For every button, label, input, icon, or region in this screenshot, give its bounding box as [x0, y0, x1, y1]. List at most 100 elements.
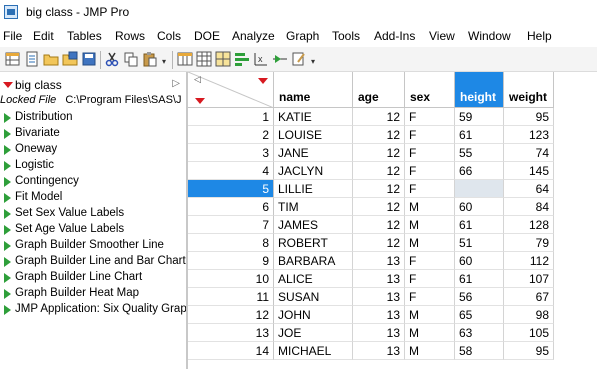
cell-weight[interactable]: 84	[504, 198, 554, 216]
cell-weight[interactable]: 67	[504, 288, 554, 306]
row-number[interactable]: 6	[188, 198, 274, 216]
cell-name[interactable]: JACLYN	[274, 162, 353, 180]
menu-file[interactable]: File	[3, 29, 22, 43]
row-number[interactable]: 9	[188, 252, 274, 270]
table-row[interactable]: 7 JAMES 12 M 61 128	[188, 216, 597, 234]
column-header-sex[interactable]: sex	[405, 72, 455, 108]
cell-name[interactable]: SUSAN	[274, 288, 353, 306]
cell-sex[interactable]: M	[405, 216, 455, 234]
row-red-triangle-icon[interactable]	[195, 98, 205, 104]
tabulate-icon[interactable]	[215, 51, 231, 67]
cell-sex[interactable]: F	[405, 144, 455, 162]
open-icon[interactable]	[43, 51, 59, 67]
save-icon[interactable]	[62, 51, 78, 67]
menu-add-ins[interactable]: Add-Ins	[374, 29, 415, 43]
run-script-icon[interactable]	[4, 241, 11, 251]
run-script-icon[interactable]	[4, 305, 11, 315]
run-script-icon[interactable]	[4, 225, 11, 235]
cell-weight[interactable]: 107	[504, 270, 554, 288]
cell-age[interactable]: 13	[353, 306, 405, 324]
cell-height[interactable]: 61	[455, 216, 504, 234]
table-row[interactable]: 8 ROBERT 12 M 51 79	[188, 234, 597, 252]
table-row[interactable]: 10 ALICE 13 F 61 107	[188, 270, 597, 288]
cut-icon[interactable]	[104, 51, 120, 67]
run-script-icon[interactable]	[4, 257, 11, 267]
cell-height[interactable]: 65	[455, 306, 504, 324]
row-number[interactable]: 2	[188, 126, 274, 144]
table-row[interactable]: 11 SUSAN 13 F 56 67	[188, 288, 597, 306]
cell-age[interactable]: 13	[353, 342, 405, 360]
run-script-icon[interactable]	[4, 129, 11, 139]
row-number[interactable]: 4	[188, 162, 274, 180]
menu-doe[interactable]: DOE	[194, 29, 220, 43]
cell-age[interactable]: 12	[353, 108, 405, 126]
row-number[interactable]: 12	[188, 306, 274, 324]
cell-name[interactable]: KATIE	[274, 108, 353, 126]
table-row[interactable]: 6 TIM 12 M 60 84	[188, 198, 597, 216]
row-number[interactable]: 14	[188, 342, 274, 360]
cell-sex[interactable]: F	[405, 108, 455, 126]
paste-icon[interactable]	[142, 51, 158, 67]
column-header-weight[interactable]: weight	[504, 72, 554, 108]
script-editor-icon[interactable]	[291, 51, 307, 67]
red-triangle-menu-icon[interactable]	[3, 82, 13, 88]
menu-tables[interactable]: Tables	[67, 29, 102, 43]
cell-name[interactable]: LOUISE	[274, 126, 353, 144]
cell-height[interactable]: 66	[455, 162, 504, 180]
table-row[interactable]: 5 LILLIE 12 F 64	[188, 180, 597, 198]
cell-weight[interactable]: 79	[504, 234, 554, 252]
table-script-item[interactable]: Contingency	[0, 174, 184, 190]
table-script-item[interactable]: Distribution	[0, 110, 184, 126]
run-script-icon[interactable]	[4, 273, 11, 283]
copy-icon[interactable]	[123, 51, 139, 67]
table-script-item[interactable]: Bivariate	[0, 126, 184, 142]
cell-weight[interactable]: 98	[504, 306, 554, 324]
row-number[interactable]: 10	[188, 270, 274, 288]
menu-cols[interactable]: Cols	[157, 29, 181, 43]
cell-age[interactable]: 12	[353, 162, 405, 180]
cell-name[interactable]: JOE	[274, 324, 353, 342]
table-script-item[interactable]: Graph Builder Line and Bar Chart	[0, 254, 186, 270]
cell-sex[interactable]: F	[405, 180, 455, 198]
cell-name[interactable]: JAMES	[274, 216, 353, 234]
cell-height[interactable]: 60	[455, 252, 504, 270]
cell-sex[interactable]: M	[405, 306, 455, 324]
table-header[interactable]: big class ▷	[0, 76, 184, 92]
menu-window[interactable]: Window	[468, 29, 511, 43]
column-red-triangle-icon[interactable]	[258, 78, 268, 84]
cell-height[interactable]: 63	[455, 324, 504, 342]
cell-height[interactable]: 51	[455, 234, 504, 252]
regression-icon[interactable]	[272, 51, 288, 67]
cell-weight[interactable]: 95	[504, 108, 554, 126]
cell-age[interactable]: 13	[353, 324, 405, 342]
table-row[interactable]: 9 BARBARA 13 F 60 112	[188, 252, 597, 270]
menu-edit[interactable]: Edit	[33, 29, 54, 43]
collapse-arrow-icon[interactable]: ◁	[194, 74, 201, 85]
cell-height[interactable]: 58	[455, 342, 504, 360]
row-number[interactable]: 7	[188, 216, 274, 234]
cell-sex[interactable]: F	[405, 126, 455, 144]
menu-analyze[interactable]: Analyze	[232, 29, 275, 43]
cell-age[interactable]: 12	[353, 144, 405, 162]
data-grid-icon[interactable]	[196, 51, 212, 67]
cell-sex[interactable]: M	[405, 342, 455, 360]
cell-name[interactable]: JANE	[274, 144, 353, 162]
row-number[interactable]: 1	[188, 108, 274, 126]
row-number[interactable]: 8	[188, 234, 274, 252]
row-number[interactable]: 3	[188, 144, 274, 162]
toolbar-overflow-icon[interactable]: ▾	[162, 57, 166, 66]
cell-sex[interactable]: F	[405, 252, 455, 270]
save-disk-icon[interactable]	[81, 51, 97, 67]
cell-sex[interactable]: F	[405, 270, 455, 288]
collapse-arrow-icon[interactable]: ▷	[172, 78, 180, 89]
row-number[interactable]: 11	[188, 288, 274, 306]
cell-sex[interactable]: F	[405, 162, 455, 180]
cell-sex[interactable]: M	[405, 234, 455, 252]
cell-age[interactable]: 12	[353, 126, 405, 144]
table-script-item[interactable]: Graph Builder Smoother Line	[0, 238, 184, 254]
table-script-item[interactable]: Graph Builder Line Chart	[0, 270, 184, 286]
cell-height[interactable]: 56	[455, 288, 504, 306]
cell-name[interactable]: LILLIE	[274, 180, 353, 198]
table-row[interactable]: 13 JOE 13 M 63 105	[188, 324, 597, 342]
table-row[interactable]: 14 MICHAEL 13 M 58 95	[188, 342, 597, 360]
